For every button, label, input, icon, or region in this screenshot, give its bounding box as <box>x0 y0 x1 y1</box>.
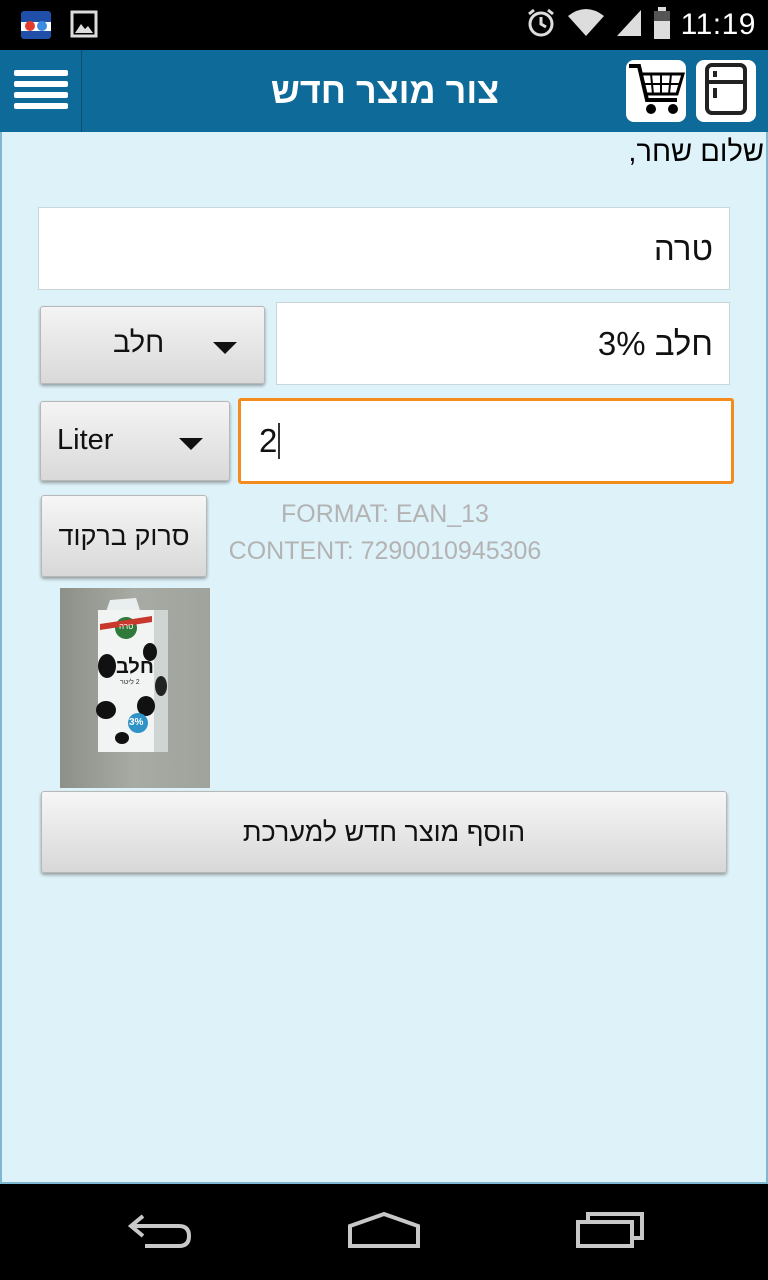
photo-percent-label: 3% <box>129 717 144 728</box>
back-button[interactable] <box>115 1204 205 1260</box>
recent-apps-icon <box>574 1210 646 1254</box>
create-product-form: שלום שחר, טרה חלב חלב 3% Liter 2 סרוק בר… <box>0 132 768 1184</box>
page-title: צור מוצר חדש <box>270 70 500 111</box>
home-button[interactable] <box>339 1204 429 1260</box>
product-name-field[interactable]: חלב 3% <box>276 302 730 385</box>
photo-product-label: חלב <box>116 656 154 678</box>
fridge-icon <box>704 62 748 120</box>
recent-apps-button[interactable] <box>565 1204 655 1260</box>
quantity-value: 2 <box>259 422 278 459</box>
product-photo[interactable]: טרה חלב 2 ליטר 3% <box>60 588 210 788</box>
back-icon <box>125 1210 195 1254</box>
battery-icon <box>653 7 671 43</box>
product-name-value: חלב 3% <box>597 324 713 362</box>
photo-brand-text: טרה <box>119 622 134 631</box>
home-icon <box>346 1210 422 1254</box>
text-cursor <box>278 423 281 459</box>
category-selected-value: חלב <box>113 327 165 359</box>
scan-barcode-label: סרוק ברקוד <box>58 520 190 551</box>
image-notification-icon <box>70 10 98 42</box>
fridge-button[interactable] <box>696 60 756 122</box>
greeting-text: שלום שחר, <box>628 136 764 168</box>
chevron-down-icon <box>213 342 237 354</box>
chevron-down-icon <box>179 438 203 450</box>
app-notification-icon <box>20 10 52 44</box>
shopping-cart-icon <box>627 60 686 122</box>
scan-content-text: CONTENT: 7290010945306 <box>228 537 542 565</box>
wifi-icon <box>567 8 605 42</box>
unit-dropdown[interactable]: Liter <box>40 401 230 481</box>
unit-selected-value: Liter <box>57 424 114 456</box>
quantity-field[interactable]: 2 <box>238 398 734 484</box>
category-dropdown[interactable]: חלב <box>40 306 265 384</box>
signal-icon <box>615 8 643 42</box>
add-product-button[interactable]: הוסף מוצר חדש למערכת <box>41 791 727 873</box>
alarm-icon <box>525 7 557 43</box>
hamburger-menu-icon <box>13 68 68 114</box>
cart-button[interactable] <box>626 60 686 122</box>
status-bar: 11:19 <box>0 0 768 50</box>
action-bar: צור מוצר חדש <box>0 50 768 132</box>
scan-barcode-button[interactable]: סרוק ברקוד <box>41 495 207 577</box>
add-product-label: הוסף מוצר חדש למערכת <box>242 816 526 847</box>
scan-result: FORMAT: EAN_13 CONTENT: 7290010945306 <box>210 496 560 570</box>
menu-button[interactable] <box>0 50 82 132</box>
manufacturer-field[interactable]: טרה <box>38 207 730 290</box>
scan-format-text: FORMAT: EAN_13 <box>281 500 489 528</box>
navigation-bar <box>0 1184 768 1280</box>
photo-volume-label: 2 ליטר <box>120 679 140 686</box>
status-time: 11:19 <box>680 8 756 41</box>
manufacturer-value: טרה <box>653 229 713 267</box>
